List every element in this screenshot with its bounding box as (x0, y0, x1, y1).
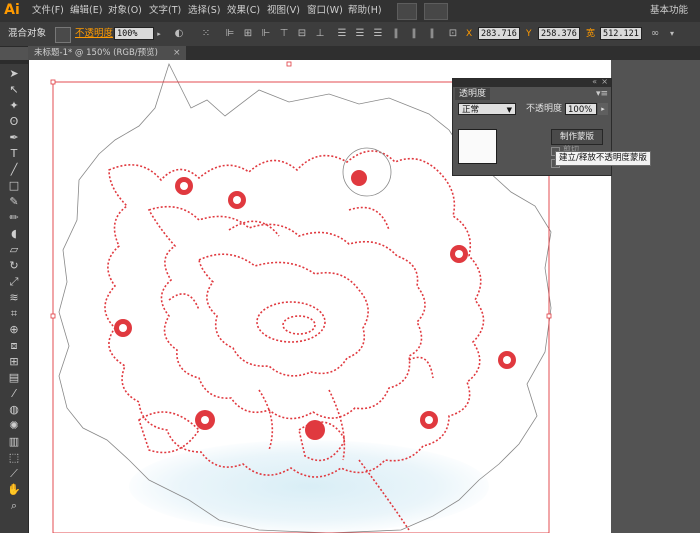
hand-tool-icon[interactable]: ✋ (3, 482, 25, 498)
paintbrush-tool-icon[interactable]: ✎ (3, 194, 25, 210)
menu-object[interactable]: 对象(O) (108, 0, 142, 22)
panel-opacity-field[interactable]: 100% (565, 103, 597, 115)
pencil-tool-icon[interactable]: ✏ (3, 210, 25, 226)
shape-builder-tool-icon[interactable]: ⊕ (3, 322, 25, 338)
blend-mode-select[interactable]: 正常 ▼ (458, 103, 516, 115)
distribute-top-icon[interactable]: ☰ (336, 22, 348, 46)
transparency-tab[interactable]: 透明度 (455, 88, 491, 100)
opacity-label: 不透明度 (526, 104, 563, 114)
distribute-bottom-icon[interactable]: ☰ (372, 22, 384, 46)
distribute-right-icon[interactable]: ‖ (426, 22, 438, 46)
tools-panel: ➤ ↖ ✦ ʘ ✒ T ╱ □ ✎ ✏ ◖ ▱ ↻ ⤢ ≋ ⌗ ⊕ ⧈ ⊞ ▤ … (0, 60, 29, 533)
make-mask-button[interactable]: 制作蒙版 (551, 129, 603, 145)
workspace-switcher[interactable]: 基本功能 (650, 0, 688, 22)
menu-window[interactable]: 窗口(W) (307, 0, 343, 22)
pen-tool-icon[interactable]: ✒ (3, 130, 25, 146)
blend-tool-icon[interactable]: ◍ (3, 402, 25, 418)
arrange-documents-button[interactable] (424, 3, 448, 20)
perspective-grid-tool-icon[interactable]: ⧈ (3, 338, 25, 354)
menu-bar: Ai 文件(F) 编辑(E) 对象(O) 文字(T) 选择(S) 效果(C) 视… (0, 0, 700, 22)
y-field[interactable]: 258.376 (538, 27, 580, 40)
selection-tool-icon[interactable]: ➤ (3, 66, 25, 82)
distribute-left-icon[interactable]: ‖ (390, 22, 402, 46)
recolor-artwork-icon[interactable]: ◐ (172, 22, 186, 46)
dropdown-arrow-icon: ▼ (506, 106, 512, 114)
menu-effect[interactable]: 效果(C) (227, 0, 260, 22)
align-right-icon[interactable]: ⊩ (260, 22, 272, 46)
rotate-tool-icon[interactable]: ↻ (3, 258, 25, 274)
transform-icon[interactable]: ⊡ (447, 22, 459, 46)
make-mask-tooltip: 建立/释放不透明度蒙版 (555, 151, 651, 166)
column-graph-tool-icon[interactable]: ▥ (3, 434, 25, 450)
panel-title-bar[interactable]: « × (453, 77, 611, 87)
line-tool-icon[interactable]: ╱ (3, 162, 25, 178)
gradient-tool-icon[interactable]: ▤ (3, 370, 25, 386)
distribute-center-icon[interactable]: ‖ (408, 22, 420, 46)
w-label: 宽 (586, 29, 596, 39)
panel-menu-icon[interactable]: ▾ (666, 22, 678, 46)
close-tab-icon[interactable]: × (173, 46, 181, 60)
menu-view[interactable]: 视图(V) (267, 0, 300, 22)
selected-object-label: 混合对象 (8, 28, 47, 39)
direct-selection-tool-icon[interactable]: ↖ (3, 82, 25, 98)
scale-tool-icon[interactable]: ⤢ (3, 274, 25, 290)
opacity-field[interactable]: 100% (114, 27, 154, 40)
x-label: X (466, 29, 473, 39)
constrain-proportions-icon[interactable]: ∞ (648, 22, 662, 46)
app-logo: Ai (4, 2, 20, 18)
document-tab-bar: 未标题-1* @ 150% (RGB/预览) × (28, 46, 700, 60)
slice-tool-icon[interactable]: ⟋ (3, 466, 25, 482)
type-tool-icon[interactable]: T (3, 146, 25, 162)
blend-mode-value: 正常 (462, 105, 480, 115)
zoom-tool-icon[interactable]: ⌕ (3, 498, 25, 514)
rectangle-tool-icon[interactable]: □ (3, 178, 25, 194)
menu-help[interactable]: 帮助(H) (348, 0, 382, 22)
align-bottom-icon[interactable]: ⊥ (314, 22, 326, 46)
stroke-swatch[interactable] (55, 27, 71, 43)
reference-point-icon[interactable]: ⁙ (198, 22, 214, 46)
menu-select[interactable]: 选择(S) (188, 0, 220, 22)
align-middle-icon[interactable]: ⊟ (296, 22, 308, 46)
menu-type[interactable]: 文字(T) (149, 0, 181, 22)
align-top-icon[interactable]: ⊤ (278, 22, 290, 46)
object-thumbnail (458, 129, 497, 164)
menu-edit[interactable]: 编辑(E) (70, 0, 102, 22)
align-center-icon[interactable]: ⊞ (242, 22, 254, 46)
magic-wand-tool-icon[interactable]: ✦ (3, 98, 25, 114)
close-panel-icon[interactable]: × (601, 77, 608, 86)
eraser-tool-icon[interactable]: ▱ (3, 242, 25, 258)
bridge-button[interactable] (397, 3, 417, 20)
tools-panel-grip[interactable] (0, 60, 28, 64)
x-field[interactable]: 283.716 (478, 27, 520, 40)
distribute-middle-icon[interactable]: ☰ (354, 22, 366, 46)
blob-brush-tool-icon[interactable]: ◖ (3, 226, 25, 242)
align-left-icon[interactable]: ⊫ (224, 22, 236, 46)
menu-file[interactable]: 文件(F) (32, 0, 64, 22)
eyedropper-tool-icon[interactable]: ⁄ (3, 386, 25, 402)
mesh-tool-icon[interactable]: ⊞ (3, 354, 25, 370)
y-label: Y (526, 29, 532, 39)
collapse-panel-icon[interactable]: « (592, 77, 597, 86)
symbol-sprayer-tool-icon[interactable]: ✺ (3, 418, 25, 434)
opacity-link[interactable]: 不透明度 (75, 22, 113, 46)
artboard-tool-icon[interactable]: ⬚ (3, 450, 25, 466)
width-field[interactable]: 512.121 (600, 27, 642, 40)
free-transform-tool-icon[interactable]: ⌗ (3, 306, 25, 322)
lasso-tool-icon[interactable]: ʘ (3, 114, 25, 130)
control-bar: 混合对象 不透明度 100% ▸ ◐ ⁙ ⊫ ⊞ ⊩ ⊤ ⊟ ⊥ ☰ ☰ ☰ ‖… (0, 22, 700, 47)
panel-options-icon[interactable]: ▾≡ (596, 88, 608, 100)
document-tab[interactable]: 未标题-1* @ 150% (RGB/预览) (28, 46, 186, 60)
width-tool-icon[interactable]: ≋ (3, 290, 25, 306)
opacity-slider-button[interactable]: ▸ (598, 103, 608, 115)
opacity-dropdown-icon[interactable]: ▸ (154, 22, 164, 46)
